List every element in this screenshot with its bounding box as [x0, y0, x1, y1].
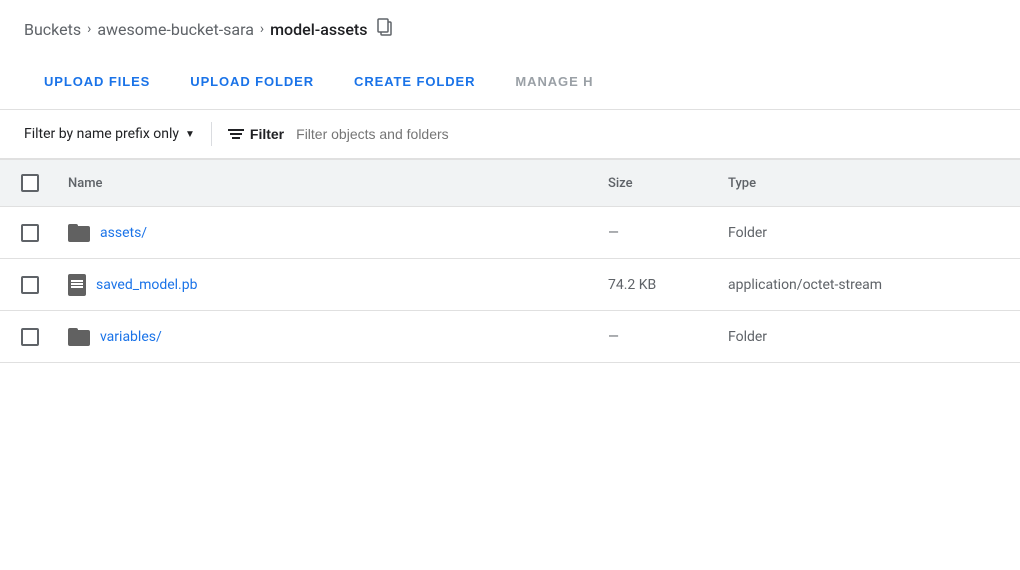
- folder-icon: [68, 224, 90, 242]
- filter-dropdown-label: Filter by name prefix only: [24, 126, 179, 142]
- filter-divider: [211, 122, 212, 146]
- breadcrumb-current: model-assets: [270, 20, 367, 39]
- header-type: Type: [720, 170, 1020, 196]
- header-checkbox-col: [0, 170, 60, 196]
- row-name-label: assets/: [100, 225, 147, 241]
- row-name[interactable]: variables/: [60, 320, 600, 354]
- folder-icon: [68, 328, 90, 346]
- row-size: —: [600, 217, 720, 249]
- filter-dropdown-arrow-icon: ▼: [185, 129, 195, 140]
- row-checkbox-col: [0, 320, 60, 354]
- filter-icon: [228, 129, 244, 139]
- row-name[interactable]: assets/: [60, 216, 600, 250]
- toolbar: UPLOAD FILES UPLOAD FOLDER CREATE FOLDER…: [0, 54, 1020, 110]
- row-checkbox-col: [0, 268, 60, 302]
- row-type: application/octet-stream: [720, 269, 1020, 301]
- manage-h-button[interactable]: MANAGE H: [495, 62, 613, 101]
- breadcrumb-chevron-2: ›: [260, 21, 264, 37]
- breadcrumb-bucket-name[interactable]: awesome-bucket-sara: [97, 20, 254, 39]
- filter-button-label: Filter: [250, 126, 284, 142]
- file-icon: [68, 274, 86, 296]
- table-header: Name Size Type: [0, 160, 1020, 207]
- filter-input[interactable]: [296, 126, 996, 142]
- table-row: variables/ — Folder: [0, 311, 1020, 363]
- row-checkbox-col: [0, 216, 60, 250]
- header-size: Size: [600, 170, 720, 196]
- row-name-label: saved_model.pb: [96, 277, 197, 293]
- filter-bar: Filter by name prefix only ▼ Filter: [0, 110, 1020, 160]
- breadcrumb: Buckets › awesome-bucket-sara › model-as…: [0, 0, 1020, 54]
- row-size: —: [600, 321, 720, 353]
- row-checkbox[interactable]: [21, 328, 39, 346]
- row-checkbox[interactable]: [21, 276, 39, 294]
- row-checkbox[interactable]: [21, 224, 39, 242]
- row-type: Folder: [720, 217, 1020, 249]
- breadcrumb-buckets[interactable]: Buckets: [24, 20, 81, 39]
- table-row: saved_model.pb 74.2 KB application/octet…: [0, 259, 1020, 311]
- row-name-label: variables/: [100, 329, 162, 345]
- breadcrumb-chevron-1: ›: [87, 21, 91, 37]
- header-name: Name: [60, 170, 600, 196]
- table-row: assets/ — Folder: [0, 207, 1020, 259]
- row-type: Folder: [720, 321, 1020, 353]
- row-name[interactable]: saved_model.pb: [60, 266, 600, 304]
- select-all-checkbox[interactable]: [21, 174, 39, 192]
- copy-path-icon[interactable]: [377, 18, 393, 40]
- file-table: Name Size Type assets/ — Folder saved_mo…: [0, 160, 1020, 363]
- row-size: 74.2 KB: [600, 269, 720, 301]
- create-folder-button[interactable]: CREATE FOLDER: [334, 62, 495, 101]
- filter-dropdown[interactable]: Filter by name prefix only ▼: [24, 126, 195, 142]
- upload-folder-button[interactable]: UPLOAD FOLDER: [170, 62, 334, 101]
- filter-button[interactable]: Filter: [228, 126, 284, 142]
- upload-files-button[interactable]: UPLOAD FILES: [24, 62, 170, 101]
